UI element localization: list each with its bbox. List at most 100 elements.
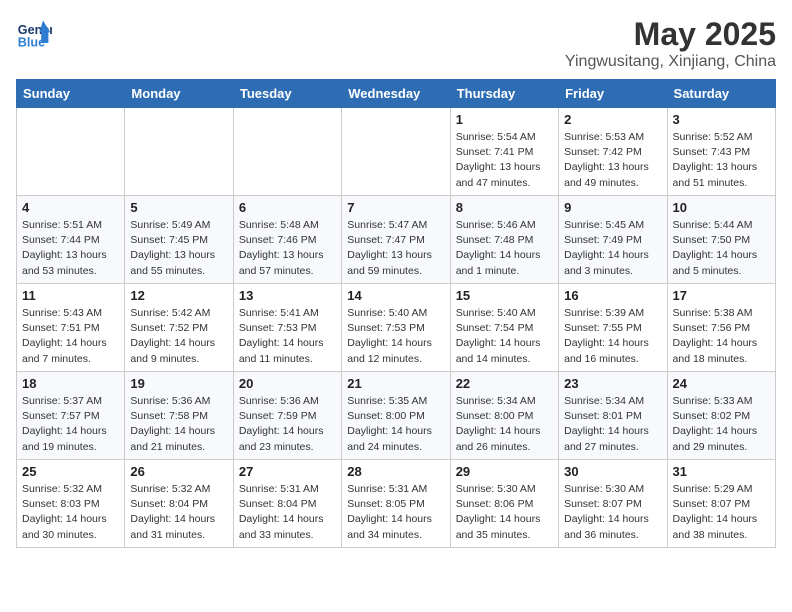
day-info: Sunrise: 5:34 AM Sunset: 8:01 PM Dayligh… bbox=[564, 394, 661, 455]
weekday-header-wednesday: Wednesday bbox=[342, 80, 450, 108]
day-number: 11 bbox=[22, 288, 119, 303]
day-info: Sunrise: 5:51 AM Sunset: 7:44 PM Dayligh… bbox=[22, 218, 119, 279]
calendar-cell: 18 Sunrise: 5:37 AM Sunset: 7:57 PM Dayli… bbox=[17, 372, 125, 460]
day-info: Sunrise: 5:30 AM Sunset: 8:07 PM Dayligh… bbox=[564, 482, 661, 543]
logo-icon: General Blue bbox=[16, 16, 52, 52]
day-number: 25 bbox=[22, 464, 119, 479]
day-info: Sunrise: 5:45 AM Sunset: 7:49 PM Dayligh… bbox=[564, 218, 661, 279]
calendar-cell bbox=[17, 108, 125, 196]
day-number: 12 bbox=[130, 288, 227, 303]
calendar-cell: 11 Sunrise: 5:43 AM Sunset: 7:51 PM Dayli… bbox=[17, 284, 125, 372]
day-number: 29 bbox=[456, 464, 553, 479]
calendar-cell: 19Sunrise: 5:36 AM Sunset: 7:58 PM Dayli… bbox=[125, 372, 233, 460]
day-number: 24 bbox=[673, 376, 770, 391]
weekday-header-saturday: Saturday bbox=[667, 80, 775, 108]
page-header: General Blue May 2025 Yingwusitang, Xinj… bbox=[16, 16, 776, 71]
location-title: Yingwusitang, Xinjiang, China bbox=[565, 53, 776, 71]
svg-text:Blue: Blue bbox=[18, 36, 45, 50]
day-number: 7 bbox=[347, 200, 444, 215]
day-info: Sunrise: 5:40 AM Sunset: 7:53 PM Dayligh… bbox=[347, 306, 444, 367]
day-info: Sunrise: 5:52 AM Sunset: 7:43 PM Dayligh… bbox=[673, 130, 770, 191]
day-info: Sunrise: 5:47 AM Sunset: 7:47 PM Dayligh… bbox=[347, 218, 444, 279]
weekday-header-sunday: Sunday bbox=[17, 80, 125, 108]
weekday-header-tuesday: Tuesday bbox=[233, 80, 341, 108]
day-info: Sunrise: 5:39 AM Sunset: 7:55 PM Dayligh… bbox=[564, 306, 661, 367]
day-info: Sunrise: 5:33 AM Sunset: 8:02 PM Dayligh… bbox=[673, 394, 770, 455]
calendar-cell: 24 Sunrise: 5:33 AM Sunset: 8:02 PM Dayli… bbox=[667, 372, 775, 460]
calendar-cell: 28Sunrise: 5:31 AM Sunset: 8:05 PM Dayli… bbox=[342, 460, 450, 548]
day-number: 14 bbox=[347, 288, 444, 303]
calendar-cell: 7 Sunrise: 5:47 AM Sunset: 7:47 PM Daylig… bbox=[342, 196, 450, 284]
day-number: 5 bbox=[130, 200, 227, 215]
week-row-3: 11 Sunrise: 5:43 AM Sunset: 7:51 PM Dayli… bbox=[17, 284, 776, 372]
day-number: 22 bbox=[456, 376, 553, 391]
day-number: 10 bbox=[673, 200, 770, 215]
weekday-header-thursday: Thursday bbox=[450, 80, 558, 108]
day-info: Sunrise: 5:49 AM Sunset: 7:45 PM Dayligh… bbox=[130, 218, 227, 279]
day-number: 30 bbox=[564, 464, 661, 479]
day-info: Sunrise: 5:30 AM Sunset: 8:06 PM Dayligh… bbox=[456, 482, 553, 543]
calendar-cell: 14 Sunrise: 5:40 AM Sunset: 7:53 PM Dayli… bbox=[342, 284, 450, 372]
calendar-cell: 21 Sunrise: 5:35 AM Sunset: 8:00 PM Dayli… bbox=[342, 372, 450, 460]
day-info: Sunrise: 5:31 AM Sunset: 8:04 PM Dayligh… bbox=[239, 482, 336, 543]
calendar-cell: 26 Sunrise: 5:32 AM Sunset: 8:04 PM Dayli… bbox=[125, 460, 233, 548]
day-info: Sunrise: 5:41 AM Sunset: 7:53 PM Dayligh… bbox=[239, 306, 336, 367]
day-info: Sunrise: 5:36 AM Sunset: 7:58 PM Dayligh… bbox=[130, 394, 227, 455]
day-number: 4 bbox=[22, 200, 119, 215]
day-number: 31 bbox=[673, 464, 770, 479]
day-info: Sunrise: 5:53 AM Sunset: 7:42 PM Dayligh… bbox=[564, 130, 661, 191]
week-row-1: 1 Sunrise: 5:54 AM Sunset: 7:41 PM Daylig… bbox=[17, 108, 776, 196]
day-number: 16 bbox=[564, 288, 661, 303]
calendar-cell: 30 Sunrise: 5:30 AM Sunset: 8:07 PM Dayli… bbox=[559, 460, 667, 548]
day-number: 17 bbox=[673, 288, 770, 303]
day-info: Sunrise: 5:46 AM Sunset: 7:48 PM Dayligh… bbox=[456, 218, 553, 279]
day-info: Sunrise: 5:31 AM Sunset: 8:05 PM Dayligh… bbox=[347, 482, 444, 543]
day-info: Sunrise: 5:36 AM Sunset: 7:59 PM Dayligh… bbox=[239, 394, 336, 455]
week-row-5: 25Sunrise: 5:32 AM Sunset: 8:03 PM Dayli… bbox=[17, 460, 776, 548]
calendar-cell: 10 Sunrise: 5:44 AM Sunset: 7:50 PM Dayli… bbox=[667, 196, 775, 284]
day-info: Sunrise: 5:42 AM Sunset: 7:52 PM Dayligh… bbox=[130, 306, 227, 367]
day-number: 20 bbox=[239, 376, 336, 391]
day-info: Sunrise: 5:54 AM Sunset: 7:41 PM Dayligh… bbox=[456, 130, 553, 191]
day-number: 26 bbox=[130, 464, 227, 479]
day-info: Sunrise: 5:34 AM Sunset: 8:00 PM Dayligh… bbox=[456, 394, 553, 455]
calendar-cell: 31 Sunrise: 5:29 AM Sunset: 8:07 PM Dayli… bbox=[667, 460, 775, 548]
day-info: Sunrise: 5:44 AM Sunset: 7:50 PM Dayligh… bbox=[673, 218, 770, 279]
day-number: 21 bbox=[347, 376, 444, 391]
day-number: 1 bbox=[456, 112, 553, 127]
day-info: Sunrise: 5:32 AM Sunset: 8:04 PM Dayligh… bbox=[130, 482, 227, 543]
day-number: 3 bbox=[673, 112, 770, 127]
day-info: Sunrise: 5:37 AM Sunset: 7:57 PM Dayligh… bbox=[22, 394, 119, 455]
day-number: 15 bbox=[456, 288, 553, 303]
calendar-cell: 12 Sunrise: 5:42 AM Sunset: 7:52 PM Dayli… bbox=[125, 284, 233, 372]
calendar-cell bbox=[233, 108, 341, 196]
weekday-header-monday: Monday bbox=[125, 80, 233, 108]
calendar-cell bbox=[125, 108, 233, 196]
day-number: 18 bbox=[22, 376, 119, 391]
calendar-cell: 27Sunrise: 5:31 AM Sunset: 8:04 PM Dayli… bbox=[233, 460, 341, 548]
week-row-2: 4 Sunrise: 5:51 AM Sunset: 7:44 PM Daylig… bbox=[17, 196, 776, 284]
day-number: 13 bbox=[239, 288, 336, 303]
calendar-cell: 20 Sunrise: 5:36 AM Sunset: 7:59 PM Dayli… bbox=[233, 372, 341, 460]
day-number: 8 bbox=[456, 200, 553, 215]
day-info: Sunrise: 5:43 AM Sunset: 7:51 PM Dayligh… bbox=[22, 306, 119, 367]
day-info: Sunrise: 5:35 AM Sunset: 8:00 PM Dayligh… bbox=[347, 394, 444, 455]
calendar-cell: 13 Sunrise: 5:41 AM Sunset: 7:53 PM Dayli… bbox=[233, 284, 341, 372]
calendar-cell: 16 Sunrise: 5:39 AM Sunset: 7:55 PM Dayli… bbox=[559, 284, 667, 372]
calendar-cell: 29 Sunrise: 5:30 AM Sunset: 8:06 PM Dayli… bbox=[450, 460, 558, 548]
calendar-cell: 17Sunrise: 5:38 AM Sunset: 7:56 PM Dayli… bbox=[667, 284, 775, 372]
calendar-table: SundayMondayTuesdayWednesdayThursdayFrid… bbox=[16, 79, 776, 548]
calendar-cell: 8 Sunrise: 5:46 AM Sunset: 7:48 PM Daylig… bbox=[450, 196, 558, 284]
calendar-cell: 1 Sunrise: 5:54 AM Sunset: 7:41 PM Daylig… bbox=[450, 108, 558, 196]
day-number: 23 bbox=[564, 376, 661, 391]
day-number: 2 bbox=[564, 112, 661, 127]
day-info: Sunrise: 5:29 AM Sunset: 8:07 PM Dayligh… bbox=[673, 482, 770, 543]
calendar-cell: 6 Sunrise: 5:48 AM Sunset: 7:46 PM Daylig… bbox=[233, 196, 341, 284]
day-info: Sunrise: 5:48 AM Sunset: 7:46 PM Dayligh… bbox=[239, 218, 336, 279]
title-block: May 2025 Yingwusitang, Xinjiang, China bbox=[565, 16, 776, 71]
calendar-cell: 15Sunrise: 5:40 AM Sunset: 7:54 PM Dayli… bbox=[450, 284, 558, 372]
week-row-4: 18 Sunrise: 5:37 AM Sunset: 7:57 PM Dayli… bbox=[17, 372, 776, 460]
day-number: 6 bbox=[239, 200, 336, 215]
calendar-cell: 2 Sunrise: 5:53 AM Sunset: 7:42 PM Daylig… bbox=[559, 108, 667, 196]
calendar-cell bbox=[342, 108, 450, 196]
